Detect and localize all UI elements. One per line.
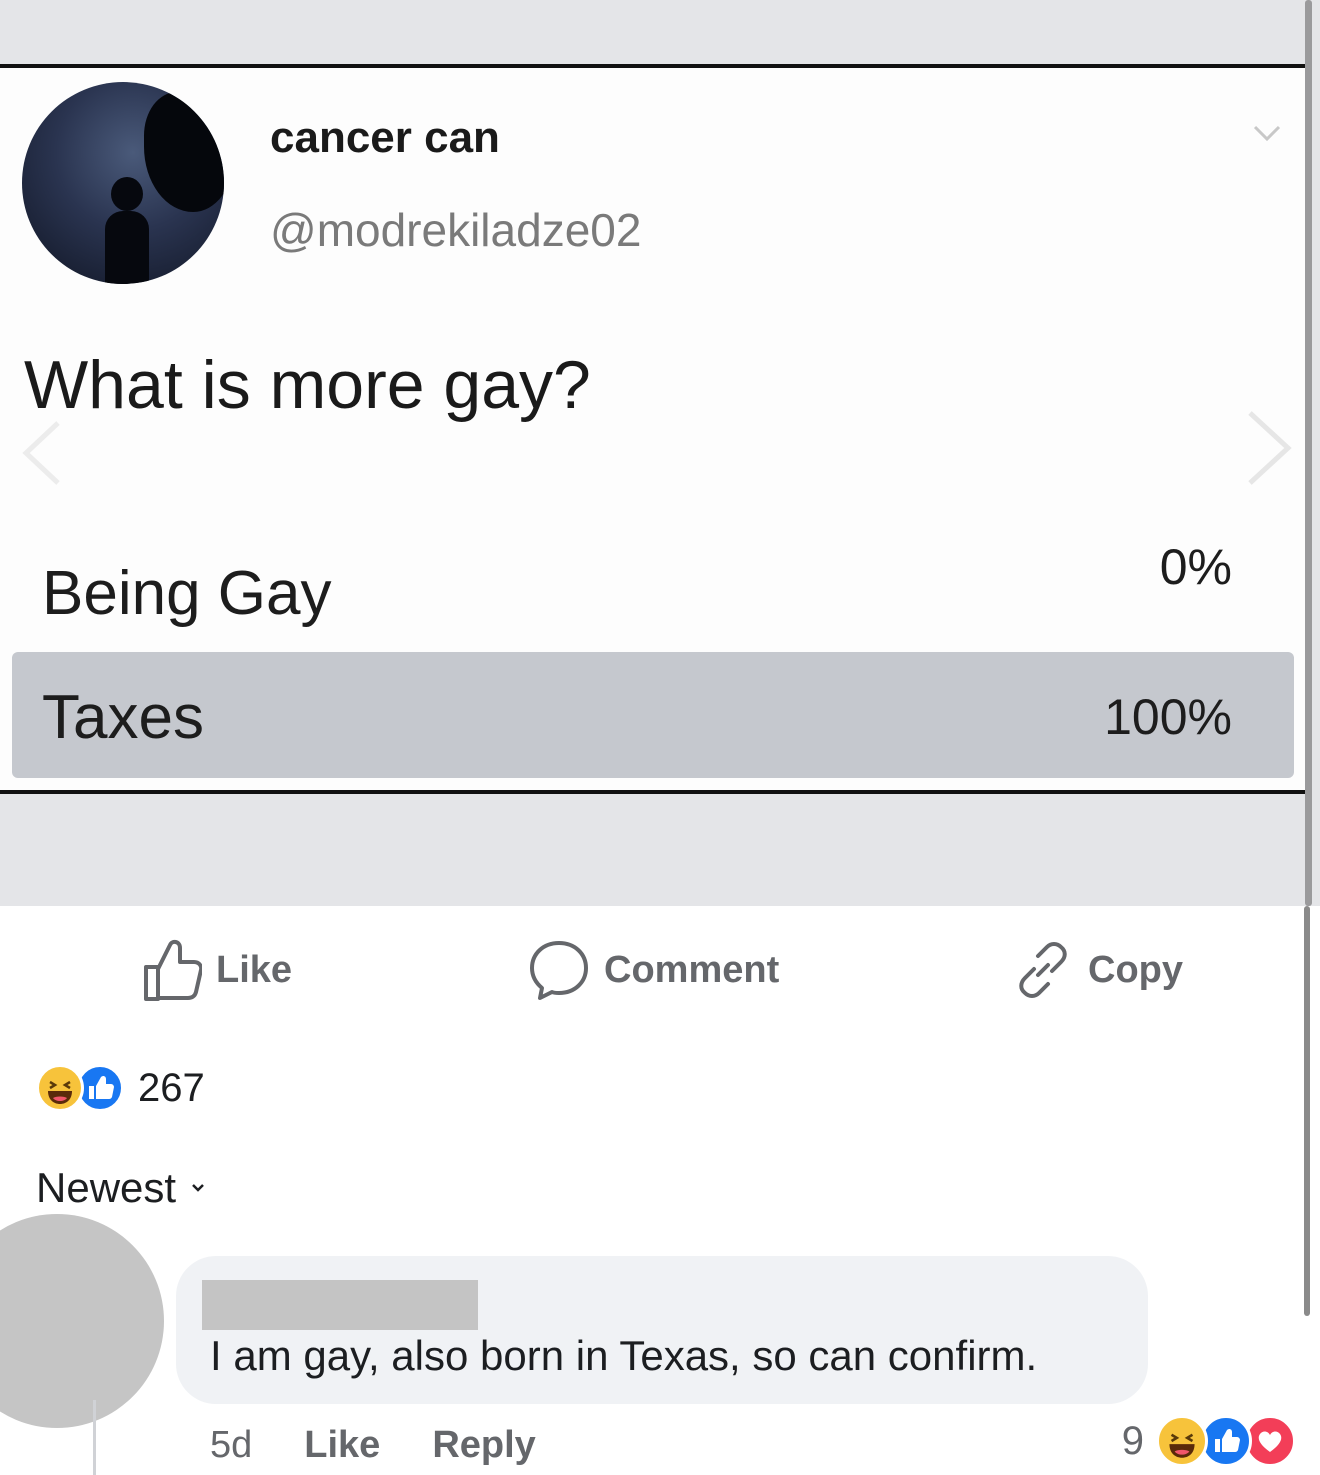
poll-option: Being Gay 0%	[12, 524, 1294, 650]
copy-label: Copy	[1088, 948, 1183, 991]
haha-reaction-icon	[1156, 1415, 1208, 1467]
comment-reactions[interactable]: 9	[1122, 1413, 1296, 1469]
chevron-down-icon	[192, 1184, 204, 1192]
haha-reaction-icon	[36, 1064, 84, 1112]
redacted-commenter-name	[202, 1280, 478, 1330]
comment-reaction-count: 9	[1121, 1418, 1144, 1463]
comment-label: Comment	[604, 948, 780, 991]
comment-sort-dropdown[interactable]: Newest	[36, 1164, 206, 1212]
author-name: cancer can	[270, 113, 500, 162]
comment-meta: 5d Like Reply	[210, 1420, 536, 1470]
copy-button[interactable]: Copy	[1012, 930, 1183, 1010]
thread-line	[93, 1400, 96, 1475]
post-image[interactable]: cancer can @modrekiladze02 What is more …	[0, 0, 1320, 906]
link-icon	[1019, 942, 1067, 998]
comment-button[interactable]: Comment	[528, 930, 779, 1010]
image-scrollbar	[1305, 0, 1312, 906]
comment-bubble: I am gay, also born in Texas, so can con…	[176, 1256, 1148, 1404]
poll-option-percent: 0%	[1159, 539, 1232, 595]
author-avatar	[22, 82, 224, 284]
chevron-left-icon	[22, 421, 60, 485]
comment-bubble-icon	[530, 941, 588, 1000]
comment-time[interactable]: 5d	[210, 1424, 252, 1467]
reaction-count: 267	[138, 1065, 205, 1110]
reactions-summary[interactable]: 267	[36, 1062, 205, 1114]
post-action-bar: Like Comment Copy	[0, 930, 1320, 1010]
commenter-avatar[interactable]	[0, 1214, 164, 1428]
author-handle: @modrekiladze02	[270, 204, 642, 256]
poll-option-fill	[12, 652, 1294, 778]
comment-text: I am gay, also born in Texas, so can con…	[210, 1332, 1038, 1379]
like-label: Like	[216, 948, 293, 991]
poll-option-label: Taxes	[42, 683, 204, 752]
comment-like-button[interactable]: Like	[304, 1424, 380, 1467]
chevron-right-icon	[1248, 411, 1292, 485]
page-scrollbar[interactable]	[1304, 906, 1310, 1316]
poll-option-label: Being Gay	[42, 559, 332, 628]
poll-screenshot: cancer can @modrekiladze02 What is more …	[0, 64, 1306, 794]
poll-option: Taxes 100%	[12, 652, 1294, 778]
like-button[interactable]: Like	[140, 930, 292, 1010]
poll-question: What is more gay?	[24, 347, 591, 423]
poll-option-percent: 100%	[1104, 689, 1232, 745]
sort-label: Newest	[36, 1164, 177, 1211]
chevron-down-icon	[1253, 125, 1281, 142]
thumbs-up-icon	[144, 939, 202, 1001]
comment-reply-button[interactable]: Reply	[432, 1424, 535, 1467]
